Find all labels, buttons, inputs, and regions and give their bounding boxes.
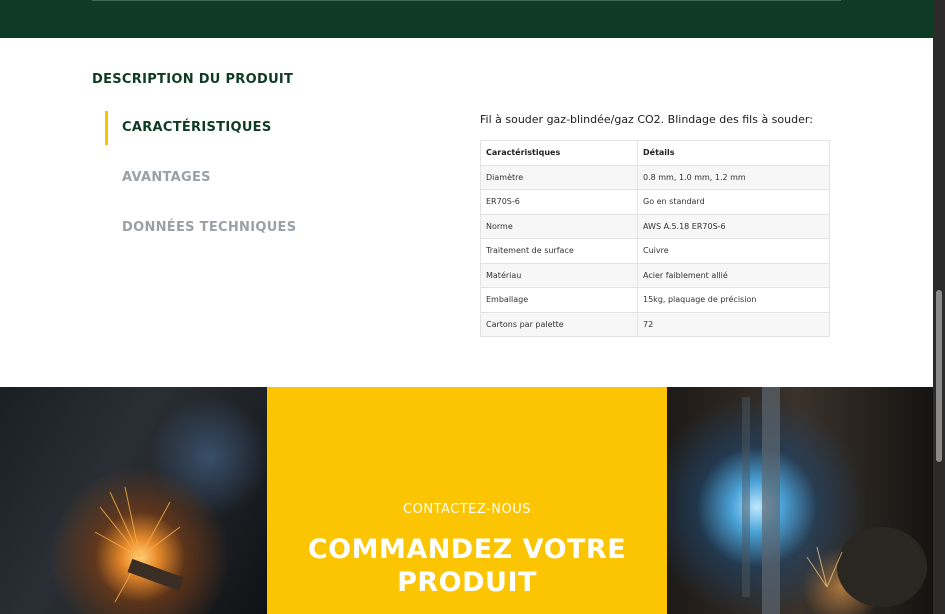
top-band bbox=[0, 0, 933, 38]
table-cell: Emballage bbox=[480, 287, 638, 313]
table-cell: Go en standard bbox=[637, 189, 830, 215]
welding-photo-right bbox=[667, 387, 933, 614]
column-header: Caractéristiques bbox=[480, 140, 638, 166]
table-cell: Norme bbox=[480, 213, 638, 239]
contact-cta: CONTACTEZ-NOUS COMMANDEZ VOTRE PRODUIT bbox=[267, 387, 667, 614]
section-title: DESCRIPTION DU PRODUIT bbox=[92, 72, 294, 87]
table-cell: 15kg, plaquage de précision bbox=[637, 287, 830, 313]
specs-table: Caractéristiques Détails Diamètre 0.8 mm… bbox=[480, 140, 830, 337]
table-header-row: Caractéristiques Détails bbox=[480, 140, 830, 166]
cta-kicker[interactable]: CONTACTEZ-NOUS bbox=[267, 502, 667, 517]
table-cell: AWS A.5.18 ER70S-6 bbox=[637, 213, 830, 239]
table-cell: Matériau bbox=[480, 262, 638, 288]
cta-section: CONTACTEZ-NOUS COMMANDEZ VOTRE PRODUIT bbox=[0, 387, 933, 614]
welding-photo-left bbox=[0, 387, 267, 614]
sparks-graphic bbox=[94, 486, 184, 603]
divider bbox=[92, 0, 841, 1]
table-row: Matériau Acier faiblement allié bbox=[480, 262, 830, 288]
table-row: Traitement de surface Cuivre bbox=[480, 238, 830, 264]
tab-avantages[interactable]: AVANTAGES bbox=[105, 161, 211, 195]
welder-graphic bbox=[742, 387, 927, 614]
scrollbar[interactable] bbox=[933, 0, 945, 614]
scrollbar-thumb[interactable] bbox=[936, 290, 942, 462]
table-row: Cartons par palette 72 bbox=[480, 311, 830, 337]
intro-text: Fil à souder gaz-blindée/gaz CO2. Blinda… bbox=[480, 113, 813, 126]
table-cell: Diamètre bbox=[480, 164, 638, 190]
table-row: Diamètre 0.8 mm, 1.0 mm, 1.2 mm bbox=[480, 164, 830, 190]
column-header: Détails bbox=[637, 140, 830, 166]
table-cell: 0.8 mm, 1.0 mm, 1.2 mm bbox=[637, 164, 830, 190]
table-cell: ER70S-6 bbox=[480, 189, 638, 215]
table-row: ER70S-6 Go en standard bbox=[480, 189, 830, 215]
table-row: Emballage 15kg, plaquage de précision bbox=[480, 287, 830, 313]
product-description-section: DESCRIPTION DU PRODUIT CARACTÉRISTIQUES … bbox=[0, 38, 933, 387]
cta-headline: COMMANDEZ VOTRE PRODUIT bbox=[307, 534, 627, 598]
tab-caracteristiques[interactable]: CARACTÉRISTIQUES bbox=[105, 111, 272, 145]
tab-donnees-techniques[interactable]: DONNÉES TECHNIQUES bbox=[105, 211, 296, 245]
table-cell: Cuivre bbox=[637, 238, 830, 264]
table-cell: Traitement de surface bbox=[480, 238, 638, 264]
table-cell: Cartons par palette bbox=[480, 311, 638, 337]
table-cell: 72 bbox=[637, 311, 830, 337]
table-cell: Acier faiblement allié bbox=[637, 262, 830, 288]
table-row: Norme AWS A.5.18 ER70S-6 bbox=[480, 213, 830, 239]
